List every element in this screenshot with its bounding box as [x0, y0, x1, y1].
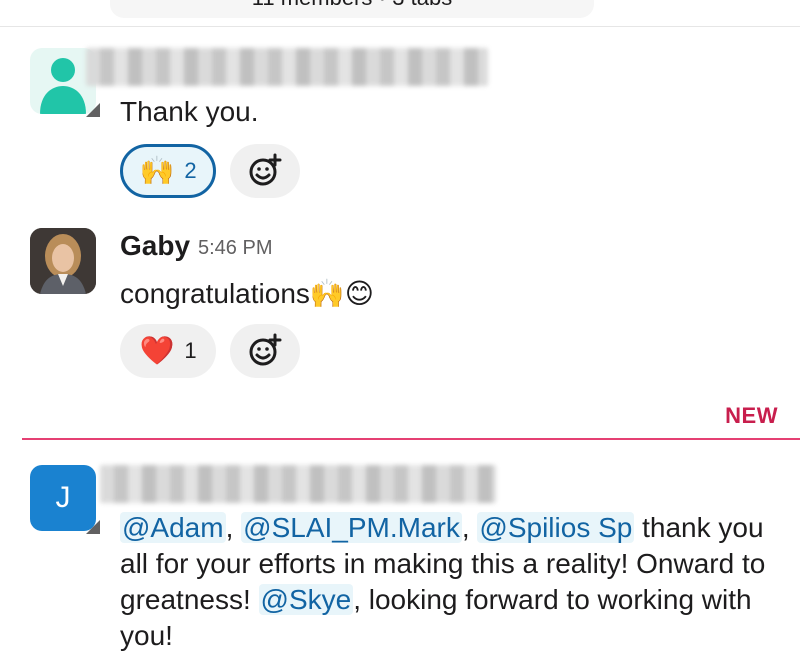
add-reaction-button[interactable]	[230, 144, 300, 198]
mention-spilios[interactable]: @Spilios Sp	[477, 512, 635, 543]
mention-mark[interactable]: @SLAI_PM.Mark	[241, 512, 462, 543]
reaction-heart[interactable]: ❤️ 1	[120, 324, 216, 378]
new-messages-divider	[22, 438, 800, 440]
channel-summary: 11 members • 3 tabs	[252, 0, 453, 11]
reaction-count: 1	[184, 338, 197, 363]
sender-name[interactable]: Gaby	[120, 230, 190, 262]
status-corner-icon	[86, 103, 100, 117]
status-corner-icon	[86, 520, 100, 534]
avatar-gaby[interactable]	[30, 228, 96, 294]
add-reaction-button[interactable]	[230, 324, 300, 378]
raised-hands-emoji: 🙌	[139, 154, 175, 187]
heart-emoji: ❤️	[139, 334, 175, 367]
message-body: @Adam, @SLAI_PM.Mark, @Spilios Sp thank …	[120, 510, 780, 654]
avatar-initial-letter: J	[55, 481, 71, 514]
separator: ,	[225, 512, 242, 543]
profile-photo-icon	[30, 228, 96, 294]
add-reaction-icon	[249, 153, 282, 186]
channel-info-pill[interactable]: 11 members • 3 tabs	[110, 0, 594, 18]
header-divider	[0, 26, 800, 27]
new-messages-label: NEW	[725, 403, 778, 428]
add-reaction-icon	[249, 333, 282, 366]
message-text: Thank you.	[120, 96, 259, 127]
separator: ,	[461, 512, 478, 543]
message-timestamp[interactable]: 5:46 PM	[198, 237, 272, 260]
reaction-raised-hands[interactable]: 🙌 2	[120, 144, 216, 198]
reaction-count: 2	[184, 158, 197, 183]
message-text: congratulations🙌😊	[120, 278, 374, 309]
redacted-sender-name	[86, 48, 488, 86]
slack-thread-view: 11 members • 3 tabs Thank you. 🙌 2	[0, 0, 800, 668]
mention-adam[interactable]: @Adam	[120, 512, 226, 543]
mention-skye[interactable]: @Skye	[258, 584, 354, 615]
redacted-sender-name	[100, 465, 496, 503]
